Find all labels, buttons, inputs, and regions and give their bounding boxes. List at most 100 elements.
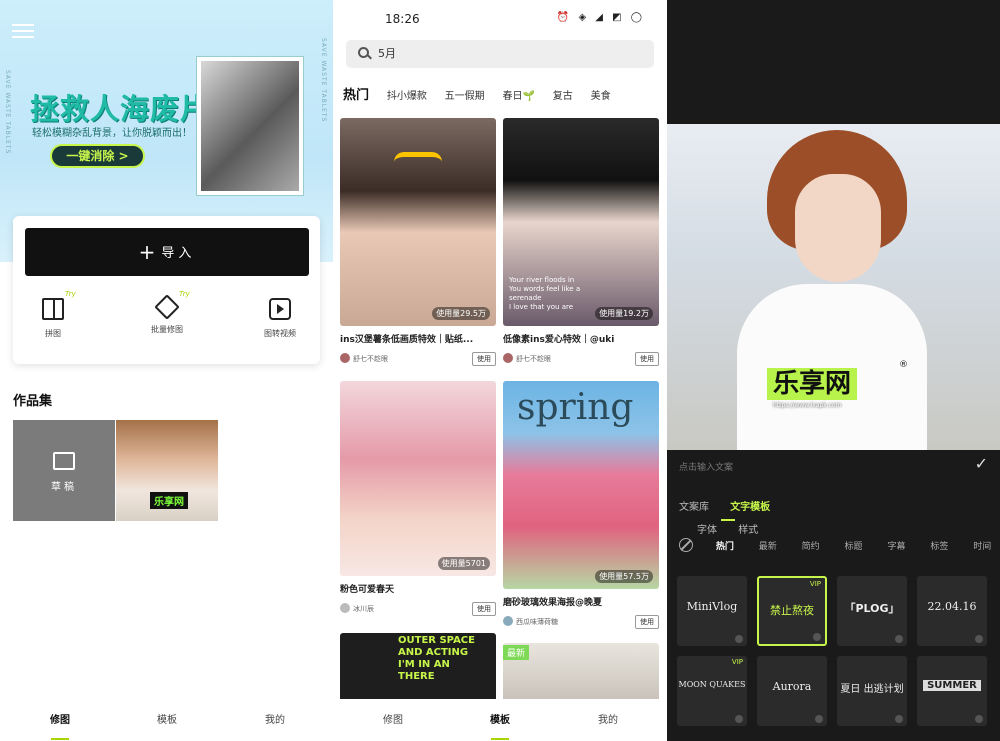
watermark-badge: 乐享网 xyxy=(150,492,188,509)
vip-badge: VIP xyxy=(731,658,743,666)
template-preview: 使用量5701 xyxy=(340,381,496,576)
confirm-check-icon[interactable]: ✓ xyxy=(975,454,988,473)
template-preview: Your river floods in You words feel like… xyxy=(503,118,659,326)
portfolio-title: 作品集 xyxy=(13,394,53,409)
tab-profile[interactable]: 我的 xyxy=(578,711,638,726)
category-tabs: 热门 抖小爆款 五一假期 春日🌱 复古 美食 xyxy=(343,84,667,104)
banner-title: 拯救人海废片 xyxy=(30,92,211,126)
use-button[interactable]: 使用 xyxy=(472,352,496,366)
image-to-video-label: 图转视频 xyxy=(264,329,296,338)
template-card[interactable]: spring 使用量57.5万 磨砂玻璃效果海报@晚夏 西瓜味薄荷糖 使用 xyxy=(503,381,659,629)
no-template-icon[interactable] xyxy=(679,538,693,552)
template-preview: 使用量29.5万 xyxy=(340,118,496,326)
menu-icon[interactable] xyxy=(12,24,34,42)
category-food[interactable]: 美食 xyxy=(591,87,611,102)
tab-templates[interactable]: 模板 xyxy=(470,711,530,740)
download-icon xyxy=(975,715,983,723)
import-button[interactable]: + 导入 xyxy=(25,228,309,276)
subtab-simple[interactable]: 简约 xyxy=(802,542,820,552)
inbox-icon xyxy=(53,452,75,470)
template-author: 舒七不趁眼 使用 xyxy=(340,352,496,366)
text-input[interactable]: 点击输入文案 xyxy=(679,460,733,473)
one-tap-remove-button[interactable]: 一键消除 > xyxy=(50,144,145,168)
status-time: 18:26 xyxy=(385,12,420,26)
tab-templates[interactable]: 模板 xyxy=(137,711,197,726)
image-to-video-tool[interactable]: 图转视频 xyxy=(240,298,320,339)
subtab-latest[interactable]: 最新 xyxy=(759,542,777,552)
use-button[interactable]: 使用 xyxy=(472,602,496,616)
banner-subtitle: 轻松模糊杂乱背景，让你脱颖而出！ xyxy=(32,128,192,139)
batch-edit-tool[interactable]: Try 批量修图 xyxy=(127,290,207,335)
tab-styles[interactable]: 样式 xyxy=(738,525,758,536)
text-template-item[interactable]: 「PLOG」 xyxy=(837,576,907,646)
space-overlay: OUTER SPACE AND ACTING I'M IN AN THERE xyxy=(398,635,475,682)
draft-folder[interactable]: 草稿 xyxy=(13,420,115,521)
template-author: 西瓜味薄荷糖 使用 xyxy=(503,615,659,629)
author-name: 舒七不趁眼 xyxy=(516,355,551,363)
tab-fonts[interactable]: 字体 xyxy=(697,525,717,536)
collage-tool[interactable]: Try 拼图 xyxy=(13,290,93,339)
banner-photo xyxy=(196,56,304,196)
work-thumbnail[interactable]: 乐享网 xyxy=(116,420,218,521)
template-card[interactable]: 使用量5701 粉色可爱春天 冰川辰 使用 xyxy=(340,381,496,616)
editor-tabs: 文案库 文字模板 字体 样式 xyxy=(679,498,776,536)
search-bar[interactable] xyxy=(346,40,654,68)
collage-label: 拼图 xyxy=(45,329,61,338)
tab-retouch[interactable]: 修图 xyxy=(30,711,90,740)
image-to-video-icon xyxy=(269,298,291,320)
subtab-title[interactable]: 标题 xyxy=(845,542,863,552)
text-template-item[interactable]: 夏日 出逃计划 xyxy=(837,656,907,726)
tab-retouch[interactable]: 修图 xyxy=(363,711,423,726)
use-button[interactable]: 使用 xyxy=(635,615,659,629)
template-author: 冰川辰 使用 xyxy=(340,602,496,616)
tab-profile[interactable]: 我的 xyxy=(245,711,305,726)
template-category-tabs: 热门 最新 简约 标题 字幕 标签 时间 xyxy=(679,538,1000,552)
category-mayday[interactable]: 五一假期 xyxy=(445,87,485,102)
template-label: 夏日 出逃计划 xyxy=(840,684,904,695)
category-spring[interactable]: 春日🌱 xyxy=(503,87,535,102)
text-template-item[interactable]: VIP 禁止熬夜 xyxy=(757,576,827,646)
subtab-subtitle[interactable]: 字幕 xyxy=(887,542,905,552)
usage-count: 使用量29.5万 xyxy=(432,307,490,320)
template-label: MiniVlog xyxy=(686,600,738,613)
template-card[interactable]: OUTER SPACE AND ACTING I'M IN AN THERE xyxy=(340,633,496,703)
text-template-editor: 乐享网 https://www.lxapk.com ® 点击输入文案 ✓ 文案库… xyxy=(667,0,1000,741)
batch-edit-icon xyxy=(154,294,180,320)
text-template-item[interactable]: 22.04.16 xyxy=(917,576,987,646)
watermark-title: 乐享网 xyxy=(773,369,852,399)
avatar xyxy=(340,603,350,613)
registered-mark: ® xyxy=(899,360,908,370)
template-card[interactable]: Your river floods in You words feel like… xyxy=(503,118,659,366)
subtab-hot[interactable]: 热门 xyxy=(716,542,734,552)
text-template-item[interactable]: MiniVlog xyxy=(677,576,747,646)
search-input[interactable] xyxy=(378,46,578,59)
template-card[interactable]: 最新 xyxy=(503,643,659,703)
text-template-item[interactable]: SUMMER xyxy=(917,656,987,726)
template-preview: 最新 xyxy=(503,643,659,703)
subtab-time[interactable]: 时间 xyxy=(973,542,991,552)
download-icon xyxy=(975,635,983,643)
subtab-tag[interactable]: 标签 xyxy=(930,542,948,552)
tab-copy-library[interactable]: 文案库 xyxy=(679,502,709,513)
download-icon xyxy=(815,715,823,723)
status-icons: ⏰ ◈ ◢ ◩ ◯ xyxy=(556,12,645,23)
template-label: MOON QUAKES xyxy=(678,680,746,689)
plus-icon: + xyxy=(138,240,156,264)
avatar xyxy=(503,353,513,363)
category-retro[interactable]: 复古 xyxy=(553,87,573,102)
download-icon xyxy=(735,635,743,643)
download-icon xyxy=(895,715,903,723)
photo-subject-face xyxy=(795,174,881,282)
photo-preview[interactable]: 乐享网 https://www.lxapk.com ® xyxy=(667,124,1000,450)
author-name: 舒七不趁眼 xyxy=(353,355,388,363)
template-card[interactable]: 使用量29.5万 ins汉堡薯条低画质特效｜贴纸... 舒七不趁眼 使用 xyxy=(340,118,496,366)
text-template-item[interactable]: Aurora xyxy=(757,656,827,726)
text-template-item[interactable]: VIP MOON QUAKES xyxy=(677,656,747,726)
download-icon xyxy=(813,633,821,641)
use-button[interactable]: 使用 xyxy=(635,352,659,366)
template-title: 磨砂玻璃效果海报@晚夏 xyxy=(503,598,603,608)
category-trending[interactable]: 抖小爆款 xyxy=(387,87,427,102)
watermark-text[interactable]: 乐享网 https://www.lxapk.com xyxy=(767,368,858,409)
category-hot[interactable]: 热门 xyxy=(343,84,369,104)
collage-icon xyxy=(42,298,64,320)
